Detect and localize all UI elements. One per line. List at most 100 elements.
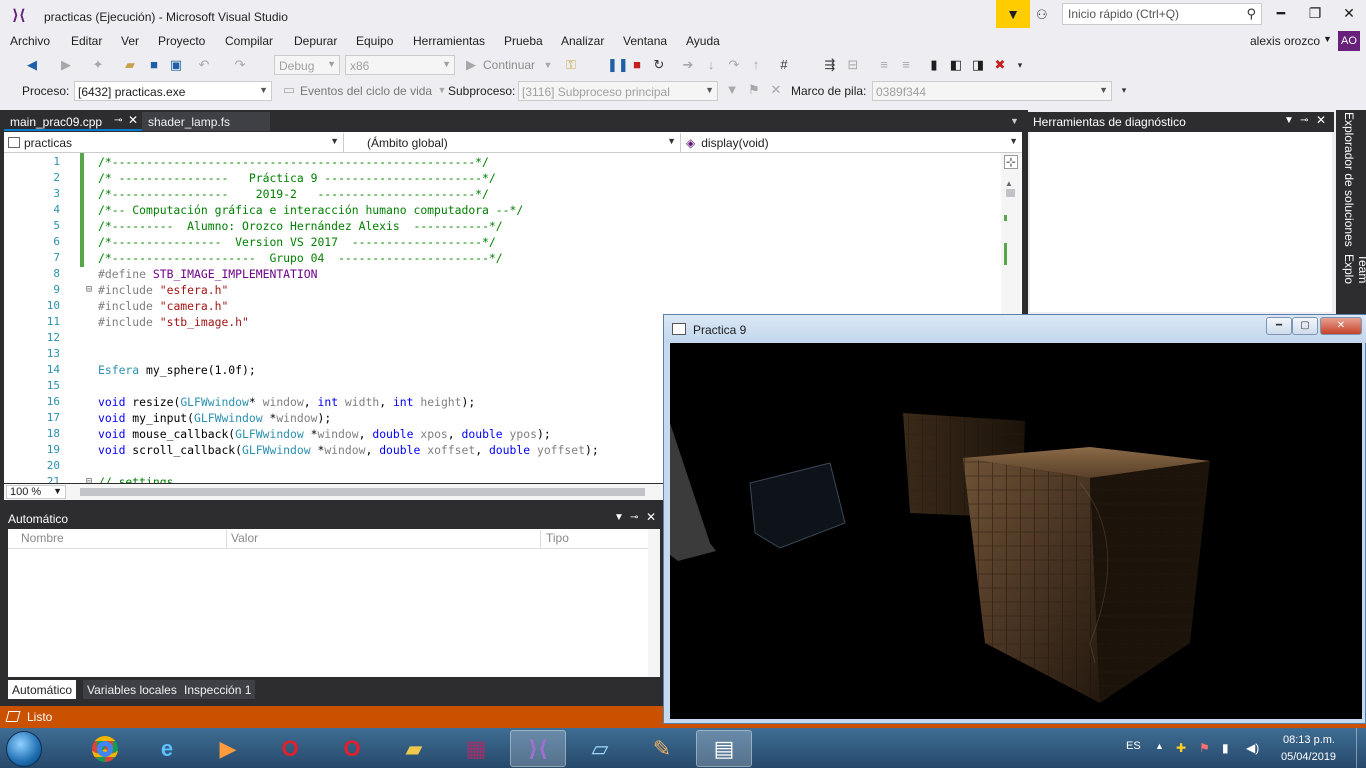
gl-minimize-button[interactable]: ━ <box>1266 317 1292 335</box>
thread-select[interactable]: [3116] Subproceso principal ▼ <box>518 81 718 101</box>
column-divider[interactable] <box>226 530 227 548</box>
maximize-button[interactable]: ❐ <box>1300 5 1330 25</box>
gl-title-bar[interactable]: Practica 9 ━ ▢ ✕ <box>664 315 1366 343</box>
power-icon[interactable]: ▮ <box>1222 741 1229 755</box>
collapse-icon[interactable]: ⊟ <box>86 284 92 295</box>
restart-icon[interactable]: ↻ <box>651 57 667 73</box>
tab-watch-1[interactable]: Inspección 1 <box>180 680 256 699</box>
file-explorer-icon[interactable]: ▰ <box>386 730 442 767</box>
close-icon[interactable]: ✕ <box>128 113 138 127</box>
comment-out-icon[interactable]: ≡ <box>876 57 892 73</box>
search-icon[interactable]: ⚲ <box>1246 6 1256 22</box>
autos-scrollbar[interactable] <box>648 529 660 677</box>
quick-launch-input[interactable]: Inicio rápido (Ctrl+Q) ⚲ <box>1062 3 1262 25</box>
menu-proyecto[interactable]: Proyecto <box>158 34 205 48</box>
diagnostic-tools-panel[interactable] <box>1030 132 1332 312</box>
tab-main-prac09[interactable]: main_prac09.cpp ⊸ ✕ <box>4 112 144 131</box>
scroll-thumb[interactable] <box>1006 189 1015 197</box>
show-desktop-button[interactable] <box>1356 728 1366 768</box>
lifecycle-events-button[interactable]: Eventos del ciclo de vida <box>300 84 432 98</box>
menu-compilar[interactable]: Compilar <box>225 34 273 48</box>
menu-ventana[interactable]: Ventana <box>623 34 667 48</box>
pause-icon[interactable]: ❚❚ <box>607 57 629 73</box>
close-icon[interactable]: ✕ <box>646 510 656 524</box>
scroll-up-icon[interactable]: ▲ <box>1005 179 1013 188</box>
chevron-down-icon[interactable]: ▼ <box>1284 115 1294 126</box>
pin-icon[interactable]: ⊸ <box>630 512 638 523</box>
scope-select[interactable]: (Ámbito global) ▼ <box>345 133 681 152</box>
tab-team-explorer[interactable]: Team Explo <box>1342 254 1366 314</box>
media-player-icon[interactable]: ▶ <box>200 730 256 767</box>
avatar[interactable]: AO <box>1338 31 1360 51</box>
practica-9-window[interactable]: Practica 9 ━ ▢ ✕ <box>663 314 1366 724</box>
member-select[interactable]: ◈ display(void) ▼ <box>682 133 1022 152</box>
practica-window-icon[interactable]: ▤ <box>696 730 752 767</box>
column-header-value[interactable]: Valor <box>231 531 258 545</box>
hex-display-icon[interactable]: # <box>776 57 792 73</box>
winrar-icon[interactable]: ▦ <box>448 730 504 767</box>
lifecycle-events-icon[interactable]: ▭ <box>281 82 297 98</box>
opengl-canvas[interactable] <box>670 343 1362 719</box>
column-header-name[interactable]: Nombre <box>21 531 64 545</box>
start-button[interactable] <box>6 731 42 767</box>
tab-locals[interactable]: Variables locales <box>83 680 181 699</box>
step-into-icon[interactable]: ↓ <box>703 57 719 73</box>
clock-date[interactable]: 05/04/2019 <box>1281 751 1336 763</box>
tab-shader-lamp[interactable]: shader_lamp.fs <box>142 112 270 131</box>
autos-grid[interactable] <box>8 529 660 677</box>
menu-editar[interactable]: Editar <box>71 34 102 48</box>
notepad-icon[interactable]: ▱ <box>572 730 628 767</box>
bookmark-icon[interactable]: ▮ <box>926 57 942 73</box>
show-next-statement-icon[interactable]: ➔ <box>680 57 696 73</box>
opera-icon[interactable]: O <box>324 730 380 767</box>
tab-solution-explorer[interactable]: Explorador de soluciones <box>1342 112 1356 247</box>
menu-ver[interactable]: Ver <box>121 34 139 48</box>
chrome-icon[interactable] <box>77 730 133 767</box>
clear-bookmarks-icon[interactable]: ✖ <box>992 57 1008 73</box>
gl-maximize-button[interactable]: ▢ <box>1292 317 1318 335</box>
new-project-icon[interactable]: ✦ <box>90 57 106 73</box>
paint-icon[interactable]: ✎ <box>634 730 690 767</box>
volume-icon[interactable]: ◀) <box>1246 741 1259 755</box>
continue-button[interactable]: Continuar <box>483 58 535 72</box>
filter-icon[interactable]: ▼ <box>724 82 740 98</box>
horizontal-scroll-thumb[interactable] <box>80 488 645 496</box>
previous-bookmark-icon[interactable]: ◧ <box>948 57 964 73</box>
column-header-type[interactable]: Tipo <box>546 531 569 545</box>
stack-icon[interactable]: ⊟ <box>845 57 861 73</box>
save-all-icon[interactable]: ▣ <box>168 57 184 73</box>
visual-studio-icon[interactable]: ⟩⟨ <box>510 730 566 767</box>
column-divider[interactable] <box>540 530 541 548</box>
solution-config-select[interactable]: Debug ▼ <box>274 55 340 75</box>
menu-prueba[interactable]: Prueba <box>504 34 543 48</box>
redo-icon[interactable]: ↷ <box>232 57 248 73</box>
chevron-down-icon[interactable]: ▼ <box>1323 34 1332 44</box>
gl-close-button[interactable]: ✕ <box>1320 317 1362 335</box>
pin-icon[interactable]: ⊸ <box>1300 115 1308 126</box>
menu-ayuda[interactable]: Ayuda <box>686 34 720 48</box>
notification-filter-icon[interactable]: ▼ <box>996 0 1030 28</box>
zoom-select[interactable]: 100 % ▼ <box>6 485 66 499</box>
language-indicator[interactable]: ES <box>1126 740 1141 752</box>
process-select[interactable]: [6432] practicas.exe ▼ <box>74 81 272 101</box>
menu-depurar[interactable]: Depurar <box>294 34 337 48</box>
menu-archivo[interactable]: Archivo <box>10 34 50 48</box>
open-folder-icon[interactable]: ▰ <box>122 57 138 73</box>
toggle-current-thread-icon[interactable]: ✕ <box>768 82 784 98</box>
next-bookmark-icon[interactable]: ◨ <box>970 57 986 73</box>
play-icon[interactable]: ▶ <box>463 57 479 73</box>
feedback-icon[interactable]: ⚇ <box>1036 7 1054 23</box>
network-icon[interactable]: ✚ <box>1176 741 1186 755</box>
chevron-down-icon[interactable]: ▼ <box>1010 116 1019 126</box>
close-icon[interactable]: ✕ <box>1316 113 1326 127</box>
stack-frame-select[interactable]: 0389f344 ▼ <box>872 81 1112 101</box>
thread-icon[interactable]: ⇶ <box>822 57 838 73</box>
close-button[interactable]: ✕ <box>1334 5 1364 25</box>
split-window-icon[interactable]: ⊹ <box>1004 155 1018 169</box>
save-icon[interactable]: ■ <box>146 57 162 73</box>
project-select[interactable]: practicas ▼ <box>4 133 344 152</box>
platform-select[interactable]: x86 ▼ <box>345 55 455 75</box>
chevron-down-icon[interactable]: ▼ <box>540 57 556 73</box>
menu-herramientas[interactable]: Herramientas <box>413 34 485 48</box>
stop-icon[interactable]: ■ <box>629 57 645 73</box>
